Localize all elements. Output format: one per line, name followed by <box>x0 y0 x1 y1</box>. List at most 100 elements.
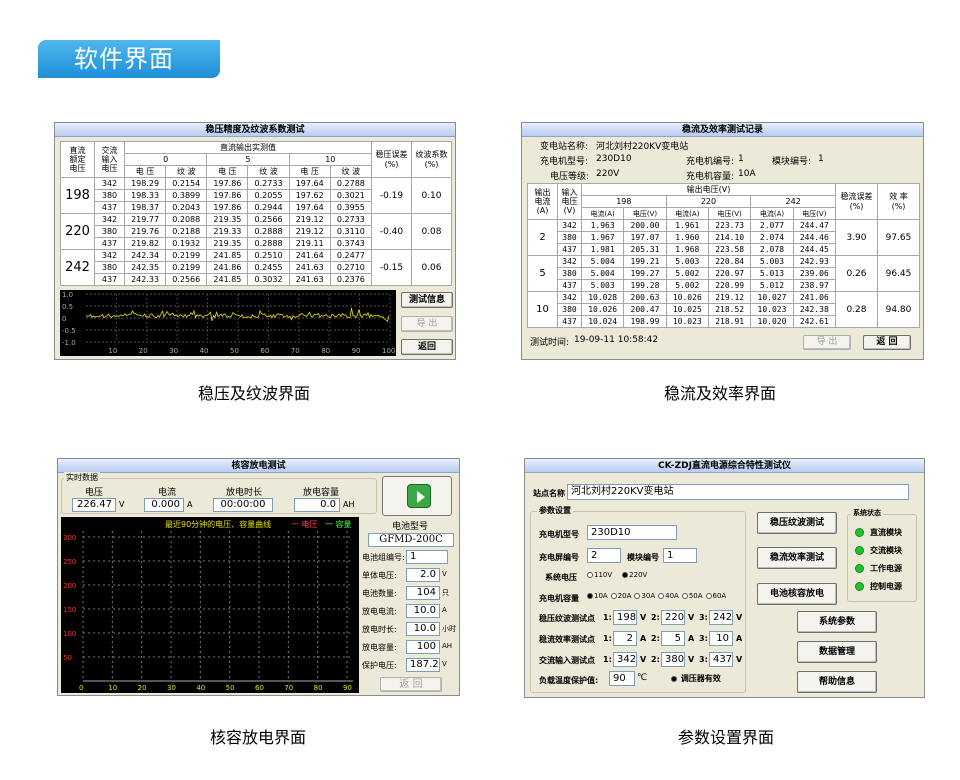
system-params-button[interactable]: 系统参数 <box>797 611 877 633</box>
param-input[interactable]: 104 <box>406 586 440 600</box>
table-cell: 5.012 <box>750 279 794 292</box>
ripple-cell: 0.06 <box>411 249 452 286</box>
module-no-input[interactable]: 1 <box>663 548 697 563</box>
param-input[interactable]: 2.0 <box>406 568 440 582</box>
table-cell: 220.97 <box>707 267 752 280</box>
table-cell: 242.61 <box>792 315 837 328</box>
start-button[interactable] <box>382 476 452 516</box>
capacity-option[interactable]: 60A <box>705 592 726 600</box>
table-cell: 197.64 <box>288 177 331 190</box>
duration-label: 放电时长 <box>226 488 263 498</box>
table-cell: 10.026 <box>580 303 625 316</box>
table-cell: 0.2888 <box>247 225 290 238</box>
x-tick-label: 0 <box>79 684 83 692</box>
table-row: 2 342 1.963 200.00 1.961 223.73 2.077 244.47 3.9… <box>527 219 920 256</box>
temp-unit: ℃ <box>637 673 648 683</box>
table-cell: 342 <box>94 249 125 262</box>
param-input[interactable]: 10.0 <box>406 604 440 618</box>
header-dc-set: 直流 额定 电压 <box>60 141 95 178</box>
table-cell: 5.003 <box>580 279 625 292</box>
table-cell: 1.981 <box>580 243 625 256</box>
capacity-option[interactable]: 40A <box>658 592 679 600</box>
play-icon <box>407 484 431 508</box>
window-title: CK-ZDJ直流电源综合特性测试仪 <box>525 459 924 473</box>
charger-no-value: 1 <box>738 154 744 164</box>
realtime-group-label: 实时数据 <box>64 472 100 483</box>
module-no-value: 1 <box>818 154 824 164</box>
model-input[interactable]: 230D10 <box>587 525 677 540</box>
status-label: 直流模块 <box>870 528 902 537</box>
status-group-label: 系统状态 <box>851 508 883 518</box>
header-ripple-sub: 纹 波 <box>247 165 290 178</box>
param-input[interactable]: 1 <box>406 550 448 564</box>
table-cell: 2.074 <box>750 231 794 244</box>
test-point-input[interactable]: 220 <box>661 610 685 625</box>
back-button[interactable]: 返回 <box>401 339 453 355</box>
x-tick-label: 10 <box>108 347 117 355</box>
param-input[interactable]: 187.2 <box>406 658 440 672</box>
help-button[interactable]: 帮助信息 <box>797 671 877 693</box>
current-unit: A <box>187 500 193 509</box>
capacity-option[interactable]: 50A <box>681 592 703 600</box>
test-point-input[interactable]: 2 <box>613 631 637 646</box>
regulator-radio[interactable]: 调压器有效 <box>671 673 721 684</box>
radio-dot <box>681 593 688 599</box>
error-cell: 3.90 <box>835 219 878 256</box>
param-unit: 小时 <box>442 625 456 633</box>
station-input[interactable]: 河北刘村220KV变电站 <box>567 484 909 500</box>
param-label: 放电电流: <box>362 607 397 616</box>
x-tick-label: 60 <box>260 347 269 355</box>
test-point-input[interactable]: 5 <box>661 631 685 646</box>
header-out-voltage: 输出电压(V) <box>581 183 836 196</box>
capacity-option[interactable]: 20A <box>610 592 631 600</box>
test-info-button[interactable]: 测试信息 <box>401 292 453 308</box>
header-in-voltage: 输入 电压 (V) <box>557 183 582 220</box>
capacity-radios: 10A 20A 30A 40A 50A 60A <box>587 592 729 600</box>
capacity-option[interactable]: 10A <box>587 592 608 600</box>
table-cell: 380 <box>557 267 582 280</box>
temp-protect-input[interactable]: 90 <box>609 671 635 686</box>
table-cell: 5.003 <box>665 255 709 268</box>
system-voltage-option[interactable]: 220V <box>622 571 647 579</box>
test-point-input[interactable]: 342 <box>613 652 637 667</box>
data-manage-button[interactable]: 数据管理 <box>797 641 877 663</box>
model-label: 充电机型号: <box>540 157 589 167</box>
model-value: 230D10 <box>596 154 632 164</box>
y-tick-label: 0 <box>62 315 66 323</box>
point-index: 2: <box>651 655 660 664</box>
efficiency-test-button[interactable]: 稳流效率测试 <box>757 547 837 569</box>
point-index: 2: <box>651 634 660 643</box>
test-point-input[interactable]: 380 <box>661 652 685 667</box>
error-cell: 0.26 <box>835 255 878 292</box>
battery-discharge-button[interactable]: 电池核容放电 <box>757 583 837 605</box>
system-voltage-option[interactable]: 110V <box>587 571 612 579</box>
ripple-test-button[interactable]: 稳压纹波测试 <box>757 512 837 534</box>
table-cell: 5.004 <box>580 255 625 268</box>
back-button[interactable]: 返 回 <box>380 677 442 692</box>
test-point-input[interactable]: 198 <box>613 610 637 625</box>
table-cell: 241.63 <box>288 261 331 274</box>
capacity-option[interactable]: 30A <box>634 592 655 600</box>
table-cell: 205.31 <box>623 243 667 256</box>
test-point-input[interactable]: 437 <box>709 652 733 667</box>
param-input[interactable]: 100 <box>406 640 440 654</box>
export-button[interactable]: 导 出 <box>401 316 453 332</box>
table-cell: 223.58 <box>707 243 752 256</box>
caption-battery-discharge: 核容放电界面 <box>209 728 306 747</box>
param-input[interactable]: 10.0 <box>406 622 440 636</box>
efficiency-cell: 94.80 <box>877 291 920 328</box>
option-label: 220V <box>629 571 648 579</box>
test-point-input[interactable]: 10 <box>709 631 733 646</box>
x-tick-label: 20 <box>139 347 148 355</box>
set-voltage-cell: 220 <box>60 213 95 250</box>
header-current: 5 <box>206 153 290 166</box>
legend-voltage: 一 电压 <box>291 519 318 529</box>
test-point-input[interactable]: 242 <box>709 610 733 625</box>
table-cell: 244.45 <box>792 243 837 256</box>
battery-model-field[interactable]: GFMD-200C <box>368 533 454 547</box>
back-button[interactable]: 返 回 <box>863 335 911 350</box>
charger-no-input[interactable]: 2 <box>587 548 621 563</box>
export-button[interactable]: 导 出 <box>803 335 851 350</box>
table-cell: 0.2154 <box>165 177 208 190</box>
temp-protect-label: 负载温度保护值: <box>539 676 599 685</box>
